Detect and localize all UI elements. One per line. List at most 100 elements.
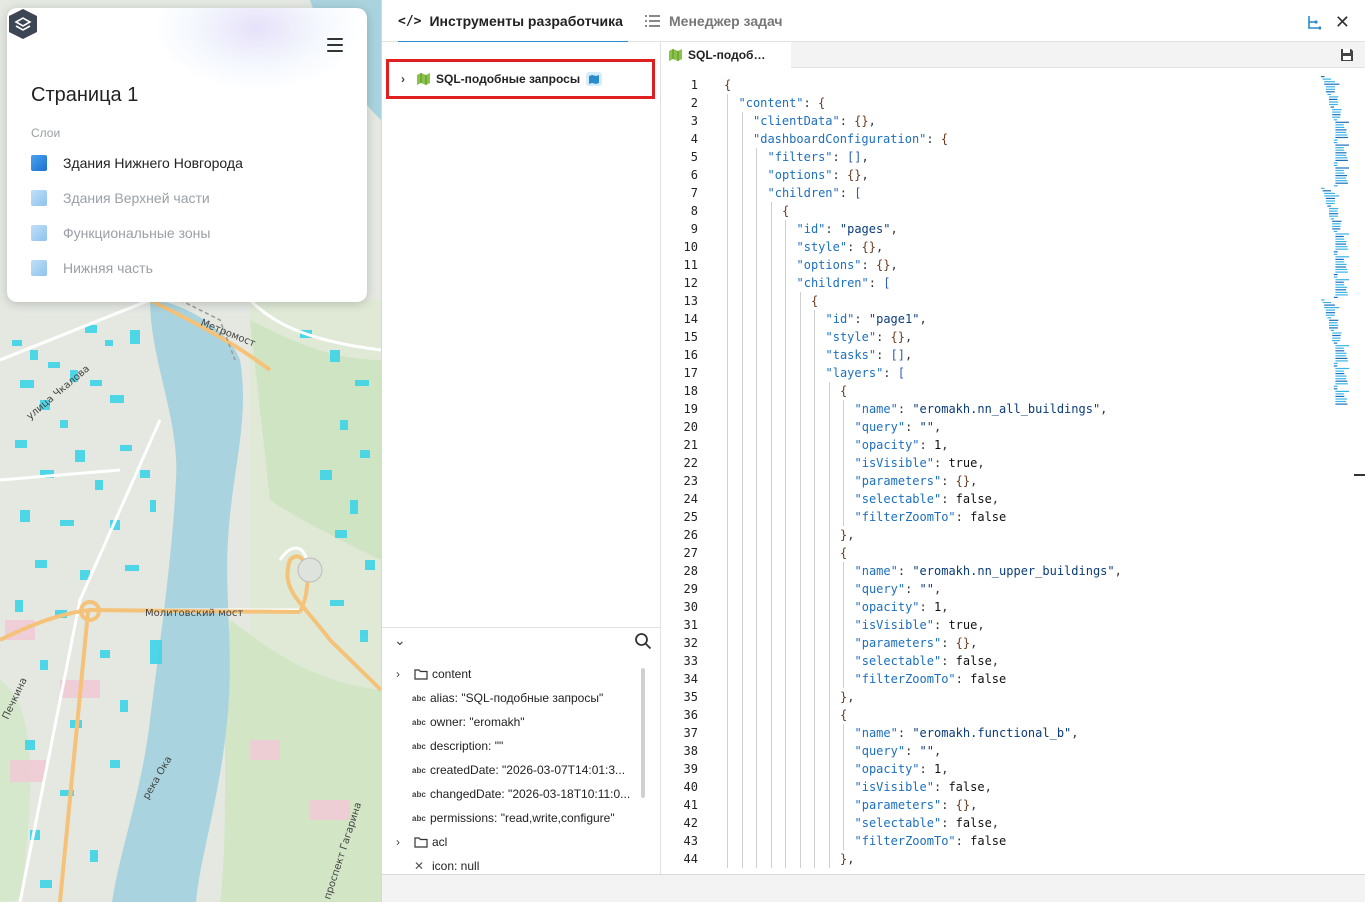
code-text: { (840, 384, 848, 398)
minimap-line (1332, 334, 1341, 337)
minimap-line (1335, 243, 1347, 245)
save-icon[interactable] (1340, 48, 1354, 62)
page-title: Страница 1 (31, 84, 139, 106)
minimap-line (1335, 370, 1344, 372)
minimap-line (1327, 93, 1331, 95)
string-type-icon: abc (412, 741, 426, 751)
code-text: "isVisible": true, (854, 456, 985, 470)
minimap-line (1333, 362, 1338, 364)
code-text: "opacity": 1, (854, 600, 949, 614)
minimap-line (1332, 225, 1341, 227)
minimap-scroll-indicator[interactable] (1354, 474, 1365, 476)
property-text: permissions: "read,write,configure" (430, 811, 615, 825)
minimap-line (1335, 182, 1348, 184)
line-number: 36 (683, 708, 698, 722)
tab-developer-tools[interactable]: </> Инструменты разработчика (398, 0, 628, 43)
chevron-down-icon[interactable]: ⌄ (394, 632, 406, 649)
minimap-line (1332, 332, 1342, 334)
minimap-line (1324, 304, 1335, 306)
minimap-line (1322, 301, 1331, 304)
line-number: 16 (683, 348, 698, 362)
line-number: 1 (690, 78, 698, 92)
property-row[interactable]: abc createdDate: "2026-03-07T14:01:3... (396, 758, 625, 782)
minimap-line (1329, 101, 1339, 103)
property-row[interactable]: abc description: "" (396, 734, 503, 758)
search-icon[interactable] (634, 632, 652, 650)
code-text: { (840, 708, 848, 722)
layer-item-functional-zones[interactable]: Функциональные зоны (31, 222, 210, 244)
code-text: "options": {}, (767, 168, 869, 182)
line-number: 25 (683, 510, 698, 524)
code-text: "isVisible": false, (854, 780, 992, 794)
minimap-line (1333, 119, 1338, 121)
line-number: 43 (683, 834, 698, 848)
string-type-icon: abc (412, 693, 426, 703)
minimap-line (1335, 258, 1344, 260)
tree-node-sql-queries[interactable]: › SQL-подобные запросы (386, 59, 655, 99)
code-text: "query": "", (854, 420, 942, 434)
minimap-line (1332, 220, 1342, 222)
code-text: "selectable": false, (854, 816, 1000, 830)
code-minimap[interactable] (1319, 76, 1353, 406)
code-text: "query": "", (854, 582, 942, 596)
property-row[interactable]: abc changedDate: "2026-03-18T10:11:0... (396, 782, 630, 806)
minimap-line (1332, 109, 1342, 111)
hierarchy-icon[interactable] (1305, 15, 1321, 31)
properties-pane: ⌄ › content abc alias: "SQL-подобные запрос… (382, 627, 661, 874)
close-icon[interactable]: ✕ (1335, 12, 1350, 33)
minimap-line (1325, 200, 1336, 202)
property-row[interactable]: › acl (396, 830, 447, 854)
minimap-line (1332, 114, 1341, 116)
minimap-line (1325, 314, 1335, 316)
code-text: }, (840, 528, 855, 542)
minimap-line (1329, 324, 1339, 326)
minimap-line (1335, 268, 1348, 271)
layer-item-lower-part[interactable]: Нижняя часть (31, 257, 153, 279)
menu-icon[interactable] (327, 38, 343, 54)
minimap-line (1335, 378, 1347, 380)
property-row[interactable]: abc permissions: "read,write,configure" (396, 806, 615, 830)
chevron-right-icon[interactable]: › (396, 667, 404, 681)
indent-guide (741, 112, 743, 868)
code-text: "style": {}, (796, 240, 884, 254)
minimap-line (1325, 309, 1336, 311)
minimap-line (1335, 256, 1349, 258)
line-number: 33 (683, 654, 698, 668)
property-row[interactable]: abc owner: "eromakh" (396, 710, 525, 734)
app-logo-icon (9, 9, 37, 39)
minimap-line (1332, 228, 1341, 230)
layers-panel: Страница 1 Слои Здания Нижнего Новгорода… (7, 8, 367, 302)
layer-item-upper-buildings[interactable]: Здания Верхней части (31, 187, 210, 209)
line-number: 39 (683, 762, 698, 776)
line-number: 30 (683, 600, 698, 614)
property-text: icon: null (432, 859, 480, 873)
line-number: 29 (683, 582, 698, 596)
minimap-line (1335, 291, 1348, 293)
dashboard-type-icon (586, 72, 603, 86)
minimap-line (1335, 347, 1344, 349)
layer-swatch-icon (31, 260, 47, 276)
indent-guide (785, 220, 786, 868)
indent-guide (828, 382, 830, 868)
tab-task-manager[interactable]: Менеджер задач (645, 0, 783, 42)
devtools-window-controls: ✕ (1305, 12, 1350, 33)
line-number: 44 (683, 852, 698, 866)
minimap-line (1335, 129, 1347, 131)
minimap-line (1335, 357, 1348, 359)
chevron-right-icon[interactable]: › (396, 835, 404, 849)
file-tab-sql[interactable]: SQL-подоб… (661, 42, 791, 68)
property-row[interactable]: › content (396, 662, 471, 686)
minimap-line (1329, 208, 1339, 210)
code-text: "filterZoomTo": false (854, 510, 1007, 524)
minimap-line (1333, 385, 1338, 387)
null-type-icon: ✕ (414, 859, 425, 873)
minimap-line (1333, 230, 1338, 232)
property-row[interactable]: abc alias: "SQL-подобные запросы" (396, 686, 603, 710)
layer-item-nn-buildings[interactable]: Здания Нижнего Новгорода (31, 152, 243, 174)
chevron-right-icon[interactable]: › (401, 72, 409, 86)
code-area[interactable]: 1 {2 "content": {3 "clientData": {}, 4 "dashb… (661, 76, 1316, 874)
line-number: 10 (683, 240, 698, 254)
properties-scrollbar[interactable] (641, 668, 645, 798)
layer-swatch-icon (31, 190, 47, 206)
map-view[interactable]: Метромост улица Чкалова Молитовский мост… (0, 0, 381, 902)
